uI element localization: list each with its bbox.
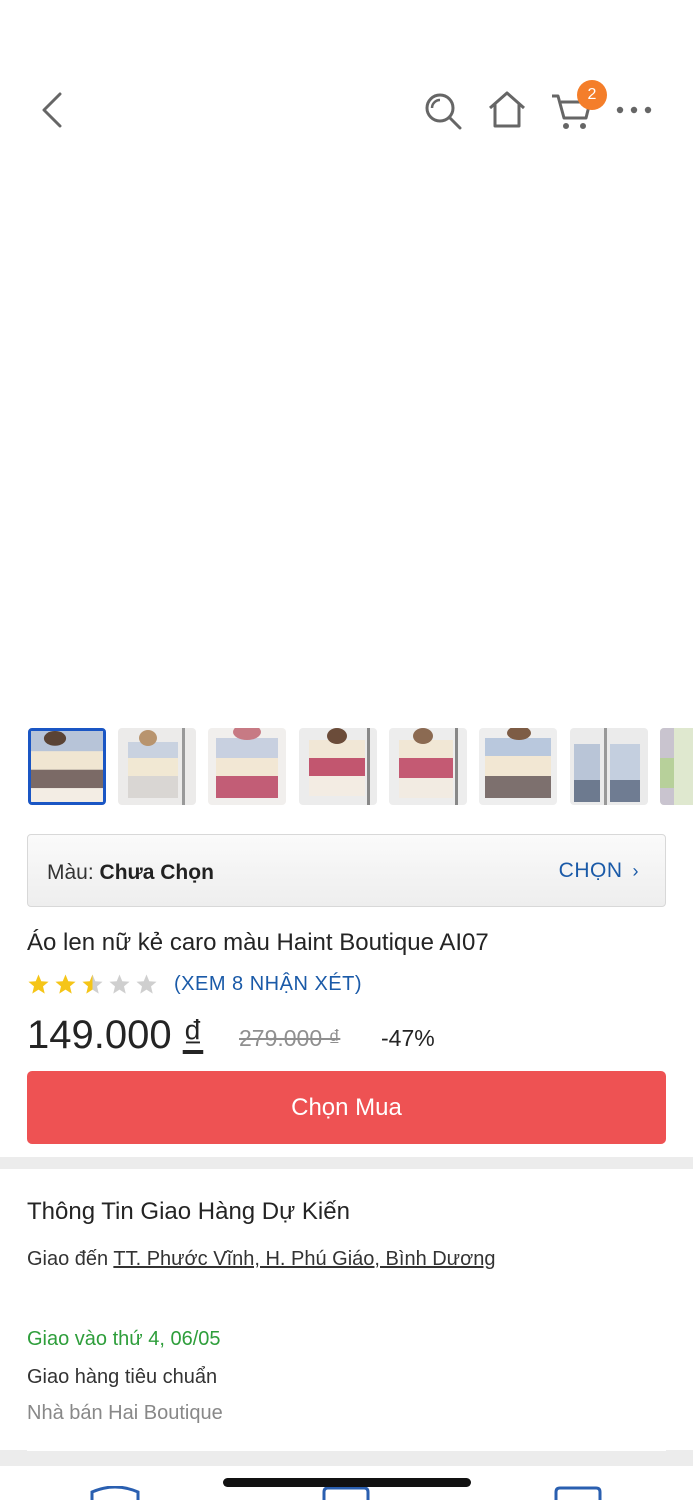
sweater-photo-5: [389, 728, 467, 805]
price-row: 149.000 ₫ 279.000 ₫ -47%: [27, 1013, 667, 1063]
discount-percent: -47%: [381, 1025, 435, 1051]
star-icon: [82, 973, 103, 994]
shipping-section-title: Thông Tin Giao Hàng Dự Kiến: [27, 1198, 350, 1225]
choose-variant-button[interactable]: CHỌN ›: [559, 859, 639, 883]
thumbnail-6[interactable]: [479, 728, 557, 805]
thumbnail-5[interactable]: [389, 728, 467, 805]
chevron-right-icon: ›: [632, 861, 639, 881]
product-image-area[interactable]: [0, 170, 693, 715]
home-indicator: [223, 1478, 471, 1487]
sweater-photo-7: [570, 728, 648, 805]
variant-label: Màu: Chưa Chọn: [47, 861, 214, 885]
sweater-photo-6: [479, 728, 557, 805]
buy-button[interactable]: Chọn Mua: [27, 1071, 666, 1144]
home-icon[interactable]: [486, 88, 528, 130]
search-icon[interactable]: [422, 90, 464, 132]
shipping-destination: Giao đến TT. Phước Vĩnh, H. Phú Giáo, Bì…: [27, 1248, 495, 1271]
variant-label-text: Màu:: [47, 861, 94, 884]
chat-icon[interactable]: [322, 1486, 370, 1500]
sweater-photo-4: [299, 728, 377, 805]
product-title: Áo len nữ kẻ caro màu Haint Boutique AI0…: [27, 929, 489, 956]
section-divider-2: [0, 1450, 693, 1466]
shipping-address-link[interactable]: TT. Phước Vĩnh, H. Phú Giáo, Bình Dương: [113, 1248, 495, 1270]
view-reviews-link[interactable]: (XEM 8 NHẬN XÉT): [174, 973, 362, 996]
thumbnail-8[interactable]: [660, 728, 693, 805]
thumbnail-3[interactable]: [208, 728, 286, 805]
color-variant-selector[interactable]: Màu: Chưa Chọn CHỌN ›: [27, 834, 666, 907]
thumbnail-7[interactable]: [570, 728, 648, 805]
store-icon[interactable]: [554, 1486, 602, 1500]
sweater-photo-1: [31, 731, 103, 802]
star-icon: [136, 973, 157, 994]
star-icon: [28, 973, 49, 994]
thumbnail-2[interactable]: [118, 728, 196, 805]
seller-name: Nhà bán Hai Boutique: [27, 1402, 223, 1424]
shipping-to-label: Giao đến: [27, 1248, 109, 1270]
cart-count-badge: 2: [577, 80, 607, 110]
sweater-photo-8: [660, 728, 693, 805]
thumbnail-4[interactable]: [299, 728, 377, 805]
more-icon[interactable]: [614, 100, 654, 120]
thumbnail-strip[interactable]: [0, 728, 693, 806]
choose-variant-label: CHỌN: [558, 859, 623, 882]
variant-value: Chưa Chọn: [99, 861, 214, 884]
sweater-photo-3: [208, 728, 286, 805]
current-price: 149.000 ₫: [27, 1013, 203, 1058]
back-icon[interactable]: [34, 88, 70, 132]
original-price: 279.000 ₫: [239, 1025, 341, 1051]
thumbnail-1[interactable]: [28, 728, 106, 805]
star-icon: [55, 973, 76, 994]
top-nav-bar: 2: [0, 0, 693, 170]
section-divider: [0, 1157, 693, 1169]
current-price-currency: ₫: [182, 1013, 204, 1057]
rating-stars: [27, 973, 162, 996]
star-icon: [109, 973, 130, 994]
shield-icon[interactable]: [90, 1486, 140, 1500]
delivery-date: Giao vào thứ 4, 06/05: [27, 1328, 221, 1350]
rating-row: (XEM 8 NHẬN XÉT): [27, 970, 362, 998]
current-price-value: 149.000: [27, 1013, 172, 1057]
shipping-method: Giao hàng tiêu chuẩn: [27, 1366, 218, 1388]
sweater-photo-2: [118, 728, 196, 805]
